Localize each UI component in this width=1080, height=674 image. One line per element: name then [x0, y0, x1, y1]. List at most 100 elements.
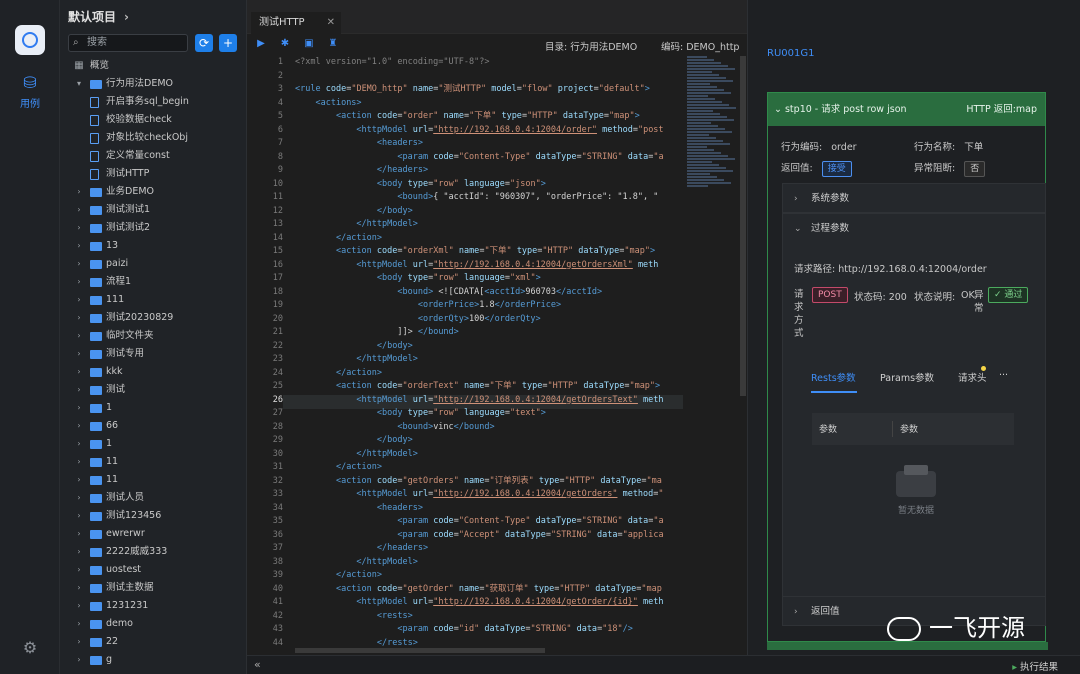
tree-item[interactable]: › uostest	[60, 561, 246, 579]
process-params-header[interactable]: ⌄ 过程参数	[783, 214, 1045, 244]
debug-icon[interactable]: ✱	[279, 38, 291, 50]
tool-icon[interactable]: ♜	[327, 38, 339, 50]
params-table-header: 参数 参数	[812, 413, 1014, 445]
horizontal-scrollbar[interactable]	[295, 648, 545, 653]
chevron-right-icon[interactable]: ›	[74, 471, 84, 489]
tree-item[interactable]: › 1231231	[60, 597, 246, 615]
tree-item[interactable]: › paizi	[60, 255, 246, 273]
tree-item[interactable]: › 流程1	[60, 273, 246, 291]
tree-search-input[interactable]: ⌕ 搜索	[68, 34, 188, 52]
chevron-right-icon[interactable]: ›	[74, 597, 84, 615]
tab-rests-params[interactable]: Rests参数	[811, 370, 856, 384]
tree-item[interactable]: › 111	[60, 291, 246, 309]
vertical-scrollbar[interactable]	[740, 56, 746, 396]
chevron-right-icon[interactable]: ›	[74, 579, 84, 597]
chevron-right-icon[interactable]: ›	[74, 453, 84, 471]
chevron-right-icon[interactable]: ›	[74, 615, 84, 633]
folder-icon	[90, 512, 102, 521]
chevron-right-icon[interactable]: ›	[74, 399, 84, 417]
tree-item[interactable]: 对象比较checkObj	[60, 129, 246, 147]
tree-item[interactable]: › 22	[60, 633, 246, 651]
tree-item[interactable]: › 测试测试1	[60, 201, 246, 219]
line-number: 19	[272, 300, 283, 310]
chevron-down-icon[interactable]: ▾	[74, 75, 84, 93]
tree-item[interactable]: › 测试	[60, 381, 246, 399]
tree-item[interactable]: › 测试123456	[60, 507, 246, 525]
tree-item[interactable]: › ewrerwr	[60, 525, 246, 543]
tree-item[interactable]: › 1	[60, 399, 246, 417]
tab-test-http[interactable]: 测试HTTP ✕	[251, 12, 341, 34]
tree-item[interactable]: › 11	[60, 471, 246, 489]
run-icon[interactable]: ▶	[255, 38, 267, 50]
chevron-right-icon[interactable]: ›	[74, 237, 84, 255]
tree-item[interactable]: › 测试20230829	[60, 309, 246, 327]
tree-item[interactable]: › 1	[60, 435, 246, 453]
tree-item[interactable]: › kkk	[60, 363, 246, 381]
more-tabs[interactable]: ···	[999, 370, 1008, 381]
folder-icon	[90, 350, 102, 359]
minimap-line	[687, 89, 724, 91]
chevron-right-icon[interactable]: ›	[74, 417, 84, 435]
tree-item[interactable]: 开启事务sql_begin	[60, 93, 246, 111]
chevron-right-icon[interactable]: ›	[74, 327, 84, 345]
refresh-button[interactable]: ⟳	[195, 34, 213, 52]
collapse-icon[interactable]: «	[254, 658, 261, 671]
tree-item[interactable]: › 测试专用	[60, 345, 246, 363]
tree-item[interactable]: › 测试主数据	[60, 579, 246, 597]
tree-item[interactable]: › 2222威威333	[60, 543, 246, 561]
minimap-line	[687, 110, 713, 112]
close-icon[interactable]: ✕	[327, 12, 335, 34]
tree-item[interactable]: › demo	[60, 615, 246, 633]
system-params-section[interactable]: › 系统参数	[782, 183, 1046, 213]
tab-headers[interactable]: 请求头	[958, 370, 987, 384]
chevron-right-icon[interactable]: ›	[74, 381, 84, 399]
nav-usecase[interactable]: ⛁ 用例	[0, 74, 60, 111]
chevron-right-icon[interactable]: ›	[74, 291, 84, 309]
chevron-right-icon[interactable]: ›	[74, 345, 84, 363]
request-method-label: 请求方式	[794, 289, 804, 339]
tree-item[interactable]: › 66	[60, 417, 246, 435]
app-logo-icon[interactable]	[15, 25, 45, 55]
chevron-right-icon[interactable]: ›	[74, 219, 84, 237]
tree-item[interactable]: › 11	[60, 453, 246, 471]
chevron-right-icon[interactable]: ›	[74, 561, 84, 579]
chevron-right-icon[interactable]: ›	[74, 651, 84, 669]
chevron-right-icon[interactable]: ›	[74, 435, 84, 453]
chevron-right-icon[interactable]: ›	[74, 633, 84, 651]
chevron-right-icon[interactable]: ›	[74, 543, 84, 561]
chevron-right-icon[interactable]: ›	[74, 201, 84, 219]
tree-item[interactable]: › 业务DEMO	[60, 183, 246, 201]
minimap-line	[687, 173, 710, 175]
line-number: 41	[272, 597, 283, 607]
chevron-right-icon[interactable]: ›	[74, 255, 84, 273]
tree-item[interactable]: 定义常量const	[60, 147, 246, 165]
project-title[interactable]: 默认项目 ›	[68, 8, 129, 25]
tree-item[interactable]: 测试HTTP	[60, 165, 246, 183]
tab-params[interactable]: Params参数	[880, 370, 934, 384]
tree-item[interactable]: 校验数据check	[60, 111, 246, 129]
tree-item[interactable]: ▦ 概览	[60, 57, 246, 75]
add-button[interactable]: +	[219, 34, 237, 52]
tree-item[interactable]: › g	[60, 651, 246, 669]
chevron-right-icon[interactable]: ›	[74, 525, 84, 543]
tree-item[interactable]: › 测试测试2	[60, 219, 246, 237]
step-header[interactable]: ⌄ stp10 - 请求 post row json HTTP 返回:map	[768, 93, 1045, 126]
xml-code[interactable]: <?xml version="1.0" encoding="UTF-8"?> <…	[295, 56, 687, 650]
chevron-right-icon[interactable]: ›	[74, 363, 84, 381]
tree-item[interactable]: › 13	[60, 237, 246, 255]
chevron-right-icon[interactable]: ›	[74, 489, 84, 507]
chevron-right-icon[interactable]: ›	[74, 507, 84, 525]
gear-icon[interactable]: ⚙	[0, 638, 60, 657]
tree-item[interactable]: ▾ 行为用法DEMO	[60, 75, 246, 93]
save-icon[interactable]: ▣	[303, 38, 315, 50]
run-result-button[interactable]: ▸ 执行结果	[1012, 659, 1058, 673]
tree-item[interactable]: › 临时文件夹	[60, 327, 246, 345]
block-label: 异常阻断:	[914, 163, 956, 174]
tree-item[interactable]: › 测试人员	[60, 489, 246, 507]
chevron-right-icon[interactable]: ›	[74, 309, 84, 327]
minimap[interactable]	[687, 56, 739, 196]
rule-id[interactable]: RU001G1	[767, 48, 814, 59]
tree-item-label: 测试123456	[106, 510, 162, 521]
chevron-right-icon[interactable]: ›	[74, 273, 84, 291]
chevron-right-icon[interactable]: ›	[74, 183, 84, 201]
